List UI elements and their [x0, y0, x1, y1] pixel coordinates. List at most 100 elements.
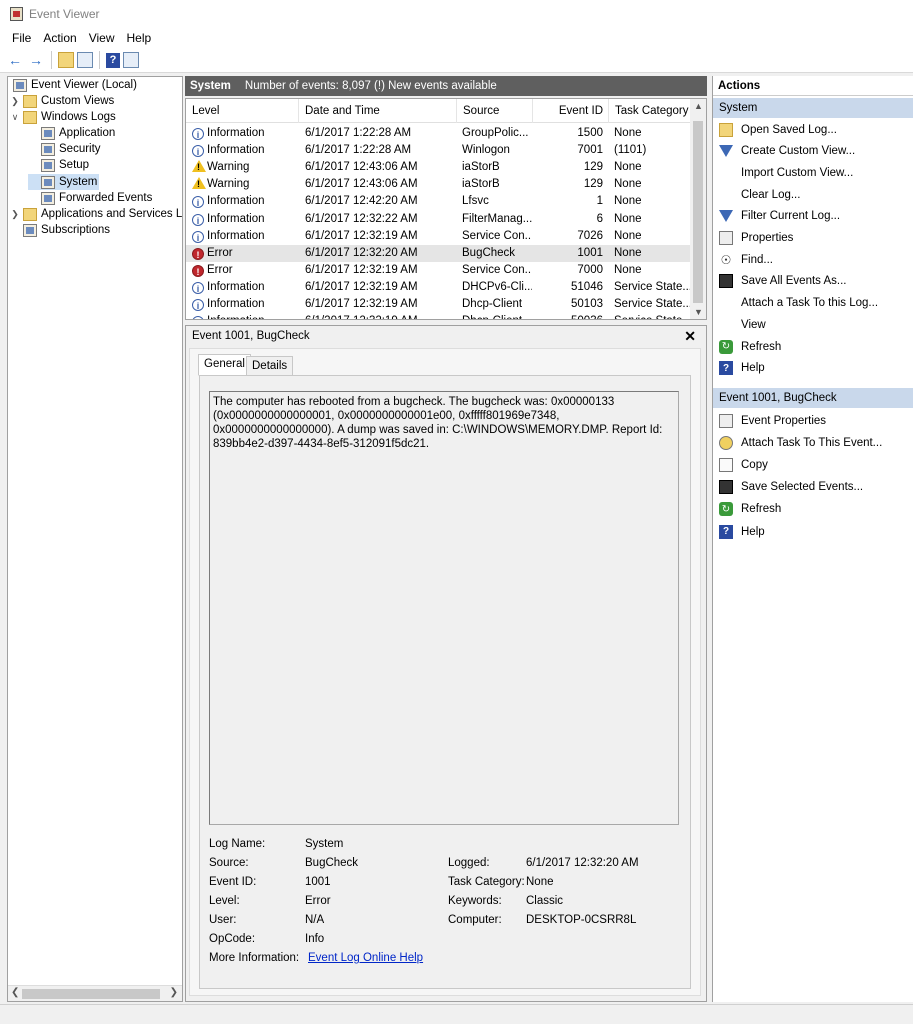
cell-cat: None	[614, 127, 642, 139]
column-header-source[interactable]: Source	[457, 99, 533, 123]
table-row[interactable]: iInformation 6/1/2017 12:32:19 AM Dhcp-Cli…	[186, 313, 691, 319]
cell-id: 1	[596, 195, 603, 208]
scrollbar-thumb[interactable]	[22, 989, 160, 999]
attach-icon	[719, 435, 733, 450]
scroll-down-icon[interactable]: ▼	[694, 307, 703, 317]
scroll-right-icon[interactable]: ❯	[170, 987, 178, 998]
action-find[interactable]: ☉ Find...	[713, 249, 913, 270]
action-help[interactable]: ? Help	[713, 521, 913, 542]
menu-action[interactable]: Action	[37, 31, 82, 45]
tree-item-custom-views[interactable]: ❯ Custom Views	[10, 93, 114, 109]
close-icon[interactable]: ✕	[684, 328, 696, 345]
toolbar: ← → ?	[0, 48, 913, 73]
action-copy[interactable]: Copy	[713, 454, 913, 475]
action-refresh[interactable]: ↻ Refresh	[713, 336, 913, 357]
window-title: Event Viewer	[29, 7, 100, 21]
information-icon: i	[192, 196, 204, 209]
folder-icon	[23, 94, 37, 108]
tree-item-applications-and-services[interactable]: ❯ Applications and Services Lo	[10, 206, 182, 222]
tab-details[interactable]: Details	[246, 356, 294, 376]
action-save-all-events-as[interactable]: Save All Events As...	[713, 271, 913, 292]
cell-source: Service Con...	[462, 263, 532, 276]
tree-item-subscriptions[interactable]: Subscriptions	[10, 222, 110, 238]
label-keywords: Keywords:	[448, 895, 502, 907]
action-create-custom-view[interactable]: Create Custom View...	[713, 141, 913, 162]
action-label: Event Properties	[741, 414, 827, 427]
up-folder-icon[interactable]	[58, 52, 74, 68]
scrollbar-thumb[interactable]	[693, 121, 703, 303]
table-row[interactable]: ! Error 6/1/2017 12:32:20 AM BugCheck 1001 No…	[186, 244, 691, 262]
tree-item-setup[interactable]: Setup	[28, 157, 89, 173]
cell-source: DHCPv6-Cli...	[462, 280, 532, 293]
filter-icon	[719, 210, 733, 223]
actions-section-system[interactable]: System	[713, 98, 913, 118]
menu-file[interactable]: File	[6, 31, 37, 45]
label-event-id: Event ID:	[209, 876, 257, 888]
table-row[interactable]: ! Error 6/1/2017 12:32:19 AM Service Con...…	[186, 262, 691, 279]
forward-arrow-icon[interactable]: →	[27, 51, 45, 69]
action-view[interactable]: View	[713, 314, 913, 335]
label-logged: Logged:	[448, 857, 490, 869]
event-log-online-help-link[interactable]: Event Log Online Help	[308, 952, 423, 964]
help-icon[interactable]: ?	[106, 52, 120, 68]
column-header-date[interactable]: Date and Time	[299, 99, 457, 123]
help-icon: ?	[719, 524, 733, 539]
action-save-selected-events[interactable]: Save Selected Events...	[713, 477, 913, 498]
actions-section-event[interactable]: Event 1001, BugCheck	[713, 388, 913, 408]
show-hide-action-pane-icon[interactable]	[123, 52, 139, 68]
show-hide-tree-icon[interactable]	[77, 52, 93, 68]
table-row[interactable]: i Information 6/1/2017 12:32:19 AM DHCPv6-C…	[186, 279, 691, 296]
table-row[interactable]: i Information 6/1/2017 12:42:20 AM Lfsvc 1 No…	[186, 193, 691, 210]
level-text: Information	[207, 144, 265, 157]
cell-id: 6	[596, 212, 603, 225]
column-header-task-category[interactable]: Task Category	[609, 99, 691, 123]
table-row[interactable]: iInformation 6/1/2017 12:32:19 AM Dhcp-Cli…	[186, 296, 691, 313]
column-header-event-id[interactable]: Event ID	[533, 99, 609, 123]
filter-icon	[719, 145, 733, 158]
table-row[interactable]: i Information 6/1/2017 1:22:28 AM Winlogon 7…	[186, 142, 691, 159]
action-event-properties[interactable]: Event Properties	[713, 410, 913, 431]
collapse-chevron-icon[interactable]: ∨	[10, 112, 20, 123]
tree-item-event-viewer-local[interactable]: Event Viewer (Local)	[10, 77, 137, 93]
table-row[interactable]: i Information 6/1/2017 12:32:22 AM FilterMa…	[186, 211, 691, 228]
tree-horizontal-scrollbar[interactable]: ❮ ❯	[8, 985, 182, 1001]
cell-date: 6/1/2017 1:22:28 AM	[305, 127, 412, 139]
menu-view[interactable]: View	[83, 31, 121, 45]
menu-help[interactable]: Help	[121, 31, 158, 45]
action-clear-log[interactable]: Clear Log...	[713, 184, 913, 205]
back-arrow-icon[interactable]: ←	[6, 51, 24, 69]
action-properties[interactable]: Properties	[713, 228, 913, 249]
tree-item-windows-logs[interactable]: ∨ Windows Logs	[10, 109, 116, 125]
expand-chevron-icon[interactable]: ❯	[10, 96, 20, 107]
action-attach-a-task-to-this-log[interactable]: Attach a Task To this Log...	[713, 293, 913, 314]
event-message[interactable]: The computer has rebooted from a bugchec…	[209, 391, 679, 825]
tree-item-forwarded-events[interactable]: Forwarded Events	[28, 190, 152, 206]
expand-chevron-icon[interactable]: ❯	[10, 209, 20, 220]
scroll-up-icon[interactable]: ▲	[694, 101, 703, 111]
value-opcode: Info	[305, 933, 325, 945]
tree-item-system[interactable]: System	[28, 174, 100, 190]
cell-source: BugCheck	[462, 246, 516, 259]
cell-date: 6/1/2017 12:42:20 AM	[305, 195, 418, 208]
action-open-saved-log[interactable]: Open Saved Log...	[713, 119, 913, 140]
table-row[interactable]: i Information 6/1/2017 1:22:28 AM GroupPoli…	[186, 125, 691, 142]
action-filter-current-log[interactable]: Filter Current Log...	[713, 206, 913, 227]
events-table: Level Date and Time Source Event ID Task…	[185, 98, 707, 320]
label-source: Source:	[209, 857, 249, 869]
tab-general[interactable]: General	[198, 354, 251, 376]
action-import-custom-view[interactable]: Import Custom View...	[713, 162, 913, 183]
scroll-left-icon[interactable]: ❮	[11, 987, 19, 998]
save-icon	[719, 480, 733, 495]
table-row[interactable]: Warning 6/1/2017 12:43:06 AM iaStorB 129 Non…	[186, 159, 691, 176]
cell-date: 6/1/2017 12:32:20 AM	[305, 246, 418, 259]
action-help[interactable]: ? Help	[713, 358, 913, 379]
action-attach-task-to-this-event[interactable]: Attach Task To This Event...	[713, 432, 913, 453]
warning-icon	[192, 177, 206, 190]
table-row[interactable]: i Information 6/1/2017 12:32:19 AM Service …	[186, 228, 691, 245]
tree-item-application[interactable]: Application	[28, 125, 115, 141]
column-header-level[interactable]: Level	[186, 99, 299, 123]
events-vertical-scrollbar[interactable]: ▲ ▼	[690, 99, 706, 319]
tree-item-security[interactable]: Security	[28, 141, 101, 157]
action-refresh[interactable]: ↻ Refresh	[713, 499, 913, 520]
table-row[interactable]: Warning 6/1/2017 12:43:06 AM iaStorB 129 Non…	[186, 176, 691, 193]
